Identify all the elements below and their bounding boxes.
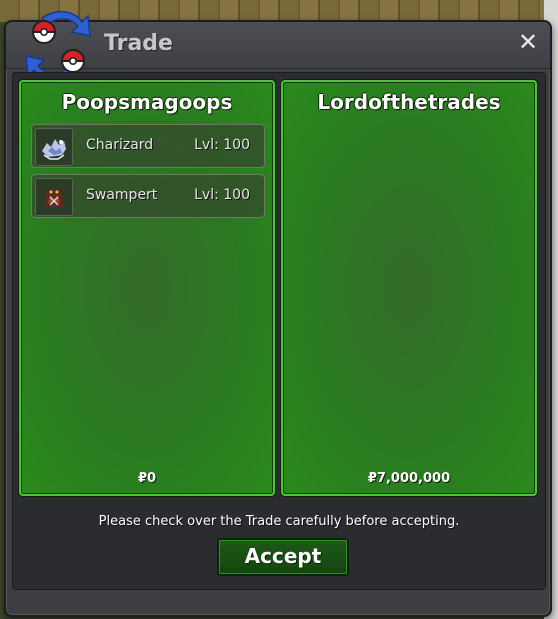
window-title: Trade [104,31,173,56]
left-money-offer: ₽0 [137,471,157,486]
trade-item-charizard[interactable]: Charizard Lvl: 100 [31,124,265,168]
close-icon[interactable]: ✕ [516,30,540,54]
trade-item-swampert[interactable]: Swampert Lvl: 100 [31,174,265,218]
item-name: Swampert [86,187,158,203]
item-level: Lvl: 100 [194,137,250,153]
swampert-sprite-icon [35,178,73,216]
item-level: Lvl: 100 [194,187,250,203]
trade-content: Poopsmagoops Charizard Lvl: 100 Swampert… [12,72,546,590]
trade-notice: Please check over the Trade carefully be… [98,514,460,529]
trade-window: Trade ✕ Poopsmagoops Charizard Lvl: 100 … [4,10,552,617]
right-player-name: Lordofthetrades [317,90,501,114]
left-trade-panel: Poopsmagoops Charizard Lvl: 100 Swampert… [19,80,275,496]
right-money-offer: ₽7,000,000 [367,471,451,486]
left-player-name: Poopsmagoops [61,90,233,114]
charizard-sprite-icon [35,128,73,166]
item-name: Charizard [86,137,154,153]
accept-button[interactable]: Accept [217,538,349,576]
right-trade-panel: Lordofthetrades ₽7,000,000 [281,80,537,496]
